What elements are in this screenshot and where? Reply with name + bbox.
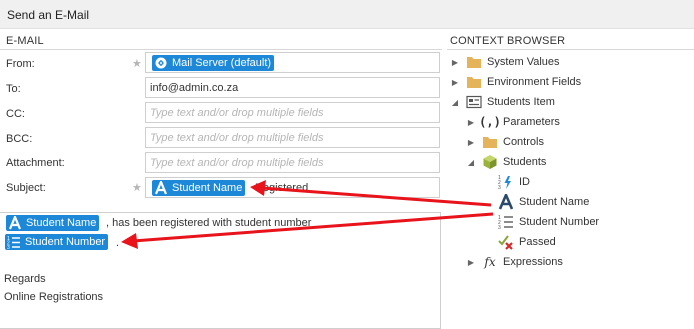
bcc-placeholder: Type text and/or drop multiple fields — [150, 132, 324, 144]
tree-item-id[interactable]: 123 ID — [498, 173, 530, 191]
svg-text:3: 3 — [7, 245, 10, 249]
window-title: Send an E-Mail — [7, 8, 90, 22]
body-student-name-token[interactable]: Student Name — [6, 215, 100, 231]
expand-arrow-icon[interactable]: ▶ — [466, 257, 476, 267]
mail-server-token[interactable]: Mail Server (default) — [152, 55, 275, 71]
mail-server-icon — [154, 56, 168, 70]
cc-label: CC: — [6, 108, 25, 120]
tree-item-expressions[interactable]: ▶ fx Expressions — [466, 253, 563, 271]
number-lightning-icon: 123 — [498, 174, 514, 190]
context-header-divider — [447, 49, 694, 50]
email-header-divider — [0, 49, 442, 50]
svg-text:3: 3 — [498, 185, 501, 190]
email-section-header: E-MAIL — [6, 35, 44, 47]
svg-text:3: 3 — [498, 225, 501, 230]
form-icon — [466, 94, 482, 110]
folder-icon — [466, 74, 482, 90]
context-browser-header: CONTEXT BROWSER — [450, 35, 566, 47]
bcc-field[interactable]: Type text and/or drop multiple fields — [145, 127, 440, 148]
body-line1-text: , has been registered with student numbe… — [106, 217, 312, 229]
tree-item-students-item[interactable]: ◢ Students Item — [450, 93, 555, 111]
fx-icon: fx — [484, 255, 496, 269]
to-field[interactable]: info@admin.co.za — [145, 77, 440, 98]
tree-item-passed[interactable]: Passed — [498, 233, 556, 251]
parameters-icon: (,) — [479, 115, 501, 129]
subject-text: Registered — [255, 182, 309, 194]
tree-item-student-number[interactable]: 123 Student Number — [498, 213, 599, 231]
subject-student-name-token[interactable]: Student Name — [152, 180, 246, 196]
to-label: To: — [6, 83, 21, 95]
attachment-label: Attachment: — [6, 157, 65, 169]
from-label: From: — [6, 58, 35, 70]
cube-icon — [482, 154, 498, 170]
tree-item-parameters[interactable]: ▶ (,) Parameters — [466, 113, 560, 131]
tree-item-student-name[interactable]: Student Name — [498, 193, 589, 211]
body-regards: Regards — [4, 273, 46, 285]
tree-item-students[interactable]: ◢ Students — [466, 153, 546, 171]
expand-arrow-icon[interactable]: ▶ — [466, 137, 476, 147]
expand-arrow-icon[interactable]: ▶ — [450, 77, 460, 87]
tree-item-system-values[interactable]: ▶ System Values — [450, 53, 560, 71]
number-list-icon: 123 — [7, 235, 21, 249]
window-titlebar: Send an E-Mail — [0, 0, 694, 29]
attachment-field[interactable]: Type text and/or drop multiple fields — [145, 152, 440, 173]
tree-item-controls[interactable]: ▶ Controls — [466, 133, 544, 151]
subject-label: Subject: — [6, 182, 46, 194]
body-student-number-token[interactable]: 123 Student Number — [5, 234, 109, 250]
number-list-icon: 123 — [498, 214, 514, 230]
folder-icon — [466, 54, 482, 70]
tree-item-environment-fields[interactable]: ▶ Environment Fields — [450, 73, 581, 91]
collapse-arrow-icon[interactable]: ◢ — [450, 97, 460, 107]
body-signature: Online Registrations — [4, 291, 104, 303]
attachment-placeholder: Type text and/or drop multiple fields — [150, 157, 324, 169]
collapse-arrow-icon[interactable]: ◢ — [466, 157, 476, 167]
expand-arrow-icon[interactable]: ▶ — [466, 117, 476, 127]
check-cross-icon — [498, 234, 514, 250]
required-star-icon: ★ — [132, 58, 142, 70]
text-a-icon — [498, 194, 514, 210]
from-field[interactable]: Mail Server (default) — [145, 52, 440, 73]
cc-field[interactable]: Type text and/or drop multiple fields — [145, 102, 440, 123]
subject-field[interactable]: Student Name Registered — [145, 177, 440, 198]
expand-arrow-icon[interactable]: ▶ — [450, 57, 460, 67]
required-star-icon: ★ — [132, 182, 142, 194]
to-value: info@admin.co.za — [150, 82, 239, 94]
bcc-label: BCC: — [6, 133, 33, 145]
text-a-icon — [8, 216, 22, 230]
body-line2-text: . — [116, 237, 120, 249]
cc-placeholder: Type text and/or drop multiple fields — [150, 107, 324, 119]
text-a-icon — [154, 181, 168, 195]
folder-icon — [482, 134, 498, 150]
